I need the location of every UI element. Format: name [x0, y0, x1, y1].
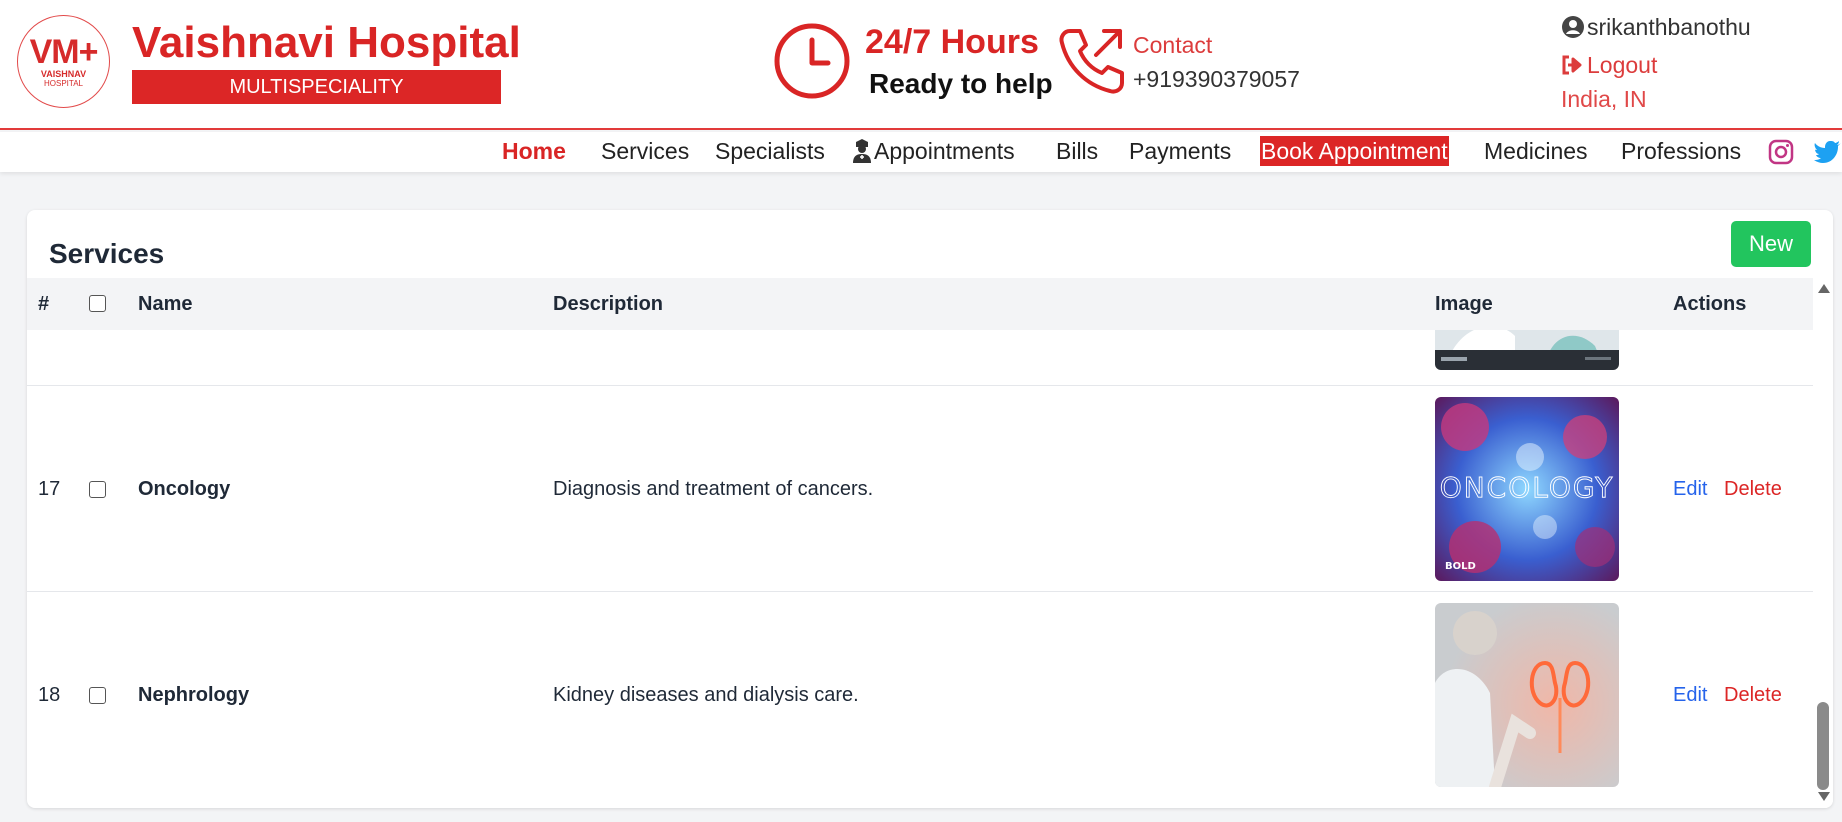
twitter-icon[interactable]	[1814, 140, 1842, 164]
user-profile[interactable]: srikanthbanothu	[1561, 12, 1751, 42]
service-image	[1435, 603, 1619, 787]
user-nurse-icon	[853, 139, 871, 163]
hours-text: 24/7 Hours	[865, 23, 1039, 61]
phone-icon[interactable]	[1056, 25, 1128, 97]
row-id: 18	[38, 684, 61, 706]
scroll-up-arrow-icon[interactable]	[1818, 284, 1830, 293]
oncology-image-text: ONCOLOGY	[1440, 471, 1615, 504]
service-description: Diagnosis and treatment of cancers.	[553, 478, 874, 500]
logout-label: Logout	[1587, 52, 1658, 78]
nav-appointments-label: Appointments	[874, 138, 1015, 164]
edit-link[interactable]: Edit	[1673, 475, 1707, 503]
table-row: 17 Oncology Diagnosis and treatment of c…	[27, 386, 1813, 592]
service-image	[1435, 330, 1619, 370]
hospital-logo[interactable]: VM+ VAISHNAV HOSPITAL	[17, 15, 110, 108]
col-name: Name	[138, 293, 193, 315]
locale-text[interactable]: India, IN	[1561, 84, 1647, 114]
instagram-icon[interactable]	[1768, 139, 1794, 165]
select-all-checkbox[interactable]	[89, 295, 106, 312]
nav-services[interactable]: Services	[601, 136, 689, 166]
nav-bills[interactable]: Bills	[1056, 136, 1098, 166]
nav-appointments[interactable]: Appointments	[852, 136, 1015, 166]
nav-book-appointment[interactable]: Book Appointment	[1260, 136, 1449, 166]
table-row	[27, 330, 1813, 386]
nav-specialists[interactable]: Specialists	[715, 136, 825, 166]
logo-line2: HOSPITAL	[44, 79, 83, 88]
table-header: # Name Description Image Actions	[27, 278, 1813, 330]
services-card: Services New # Name Description Image Ac…	[27, 210, 1833, 808]
row-checkbox[interactable]	[89, 481, 106, 498]
table-scrollbar[interactable]	[1813, 278, 1833, 808]
logo-mark: VM+	[29, 33, 99, 71]
nav-payments[interactable]: Payments	[1129, 136, 1231, 166]
nav-home[interactable]: Home	[502, 136, 566, 166]
delete-link[interactable]: Delete	[1724, 681, 1782, 709]
scroll-down-arrow-icon[interactable]	[1818, 792, 1830, 801]
new-service-button[interactable]: New	[1731, 221, 1811, 267]
svg-text:BOLD: BOLD	[1445, 561, 1476, 572]
logout-link[interactable]: Logout	[1561, 50, 1657, 80]
service-image: ONCOLOGY BOLD	[1435, 397, 1619, 581]
sign-out-icon	[1562, 55, 1582, 75]
row-checkbox[interactable]	[89, 687, 106, 704]
table-body: 17 Oncology Diagnosis and treatment of c…	[27, 330, 1813, 808]
service-name: Nephrology	[138, 684, 250, 706]
username: srikanthbanothu	[1587, 14, 1751, 40]
user-circle-icon	[1562, 16, 1584, 38]
logo-line1: VAISHNAV	[40, 69, 87, 79]
phone-number[interactable]: +919390379057	[1133, 64, 1300, 94]
col-description: Description	[553, 293, 664, 315]
nav-medicines[interactable]: Medicines	[1484, 136, 1588, 166]
contact-link[interactable]: Contact	[1133, 30, 1212, 60]
col-image: Image	[1435, 293, 1493, 315]
edit-link[interactable]: Edit	[1673, 681, 1707, 709]
service-name: Oncology	[138, 478, 231, 500]
hospital-tagline: MULTISPECIALITY	[132, 70, 501, 104]
delete-link[interactable]: Delete	[1724, 475, 1782, 503]
table-row: 18 Nephrology Kidney diseases and dialys…	[27, 592, 1813, 808]
nav-professions[interactable]: Professions	[1621, 136, 1741, 166]
hospital-name: Vaishnavi Hospital	[132, 18, 521, 67]
row-id: 17	[38, 478, 61, 500]
scrollbar-thumb[interactable]	[1817, 702, 1829, 790]
col-number: #	[38, 293, 50, 315]
clock-icon	[774, 23, 850, 99]
page-title: Services	[49, 238, 165, 269]
service-description: Kidney diseases and dialysis care.	[553, 684, 859, 706]
site-header: VM+ VAISHNAV HOSPITAL Vaishnavi Hospital…	[0, 0, 1842, 130]
main-nav: Home Services Specialists Appointments B…	[0, 132, 1842, 172]
col-actions: Actions	[1673, 293, 1747, 315]
ready-to-help-text: Ready to help	[869, 68, 1053, 99]
